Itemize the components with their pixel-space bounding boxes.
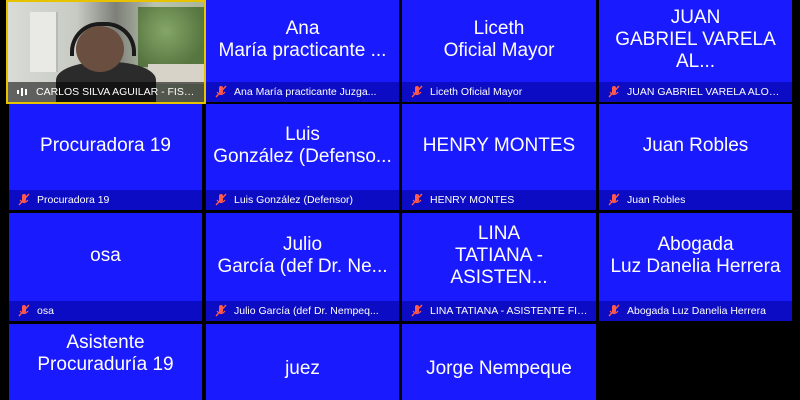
muted-mic-icon bbox=[18, 193, 30, 206]
participant-label-bar: HENRY MONTES bbox=[402, 190, 596, 210]
self-video-tile[interactable]: CARLOS SILVA AGUILAR - FISC... bbox=[6, 0, 206, 104]
participant-tile[interactable]: JUAN GABRIEL VARELA AL... JUAN GABRIEL V… bbox=[599, 0, 792, 102]
participant-label-bar: Ana María practicante Juzga... bbox=[206, 82, 399, 102]
participant-label-bar: Juan Robles bbox=[599, 190, 792, 210]
muted-mic-icon bbox=[411, 304, 423, 317]
participant-label-bar: Procuradora 19 bbox=[9, 190, 202, 210]
participant-name-label: JUAN GABRIEL VARELA ALONS... bbox=[627, 86, 792, 98]
muted-mic-icon bbox=[215, 193, 227, 206]
participant-tile[interactable]: Julio García (def Dr. Ne... Julio García… bbox=[206, 213, 399, 321]
participant-label-bar: Abogada Luz Danelia Herrera bbox=[599, 301, 792, 321]
participant-name-label: Luis González (Defensor) bbox=[234, 194, 354, 206]
muted-mic-icon bbox=[215, 304, 227, 317]
participant-tile[interactable]: juez bbox=[206, 324, 399, 400]
participant-display-name: JUAN GABRIEL VARELA AL... bbox=[615, 7, 776, 72]
participant-name-label: LINA TATIANA - ASISTENTE FIS... bbox=[430, 305, 593, 317]
participant-display-name: Juan Robles bbox=[642, 135, 749, 156]
muted-mic-icon bbox=[608, 85, 620, 98]
participant-tile[interactable]: Abogada Luz Danelia Herrera Abogada Luz … bbox=[599, 213, 792, 321]
participant-name-label: Ana María practicante Juzga... bbox=[234, 86, 377, 98]
muted-mic-icon bbox=[18, 304, 30, 317]
participant-name-label: Julio García (def Dr. Nempeq... bbox=[234, 305, 379, 317]
participant-display-name: LINA TATIANA - ASISTEN... bbox=[450, 223, 548, 288]
participant-grid: CARLOS SILVA AGUILAR - FISC... Ana María… bbox=[0, 0, 800, 400]
participant-display-name: osa bbox=[90, 245, 121, 266]
participant-label-bar: JUAN GABRIEL VARELA ALONS... bbox=[599, 82, 792, 102]
participant-display-name: Procuradora 19 bbox=[40, 135, 171, 156]
participant-label-bar: osa bbox=[9, 301, 202, 321]
participant-display-name: Ana María practicante ... bbox=[218, 18, 387, 61]
self-name-label: CARLOS SILVA AGUILAR - FISC... bbox=[36, 86, 201, 98]
participant-name-label: Juan Robles bbox=[627, 194, 686, 206]
participant-display-name: juez bbox=[285, 358, 320, 379]
participant-display-name: Asistente Procuraduría 19 bbox=[37, 332, 174, 375]
participant-display-name: Jorge Nempeque bbox=[426, 358, 572, 379]
participant-name-label: Procuradora 19 bbox=[37, 194, 110, 206]
participant-tile[interactable]: HENRY MONTES HENRY MONTES bbox=[402, 104, 596, 210]
participant-tile[interactable]: Ana María practicante ... Ana María prac… bbox=[206, 0, 399, 102]
muted-mic-icon bbox=[411, 193, 423, 206]
participant-tile[interactable]: Juan Robles Juan Robles bbox=[599, 104, 792, 210]
participant-name-label: Abogada Luz Danelia Herrera bbox=[627, 305, 766, 317]
participant-tile[interactable]: Asistente Procuraduría 19 bbox=[9, 324, 202, 400]
participant-tile[interactable]: LINA TATIANA - ASISTEN... LINA TATIANA -… bbox=[402, 213, 596, 321]
participant-tile[interactable]: Liceth Oficial Mayor Liceth Oficial Mayo… bbox=[402, 0, 596, 102]
participant-tile[interactable]: Procuradora 19 Procuradora 19 bbox=[9, 104, 202, 210]
audio-level-icon bbox=[17, 88, 27, 96]
participant-name-label: Liceth Oficial Mayor bbox=[430, 86, 523, 98]
participant-tile[interactable]: Jorge Nempeque bbox=[402, 324, 596, 400]
muted-mic-icon bbox=[608, 193, 620, 206]
participant-label-bar: Liceth Oficial Mayor bbox=[402, 82, 596, 102]
participant-display-name: Abogada Luz Danelia Herrera bbox=[610, 234, 781, 277]
muted-mic-icon bbox=[608, 304, 620, 317]
muted-mic-icon bbox=[411, 85, 423, 98]
participant-label-bar: LINA TATIANA - ASISTENTE FIS... bbox=[402, 301, 596, 321]
participant-name-label: HENRY MONTES bbox=[430, 194, 515, 206]
participant-display-name: Luis González (Defenso... bbox=[213, 124, 392, 167]
participant-name-label: osa bbox=[37, 305, 54, 317]
participant-display-name: Liceth Oficial Mayor bbox=[443, 18, 555, 61]
self-label-bar: CARLOS SILVA AGUILAR - FISC... bbox=[8, 82, 204, 102]
participant-display-name: HENRY MONTES bbox=[422, 135, 576, 156]
participant-tile[interactable]: Luis González (Defenso... Luis González … bbox=[206, 104, 399, 210]
participant-label-bar: Julio García (def Dr. Nempeq... bbox=[206, 301, 399, 321]
participant-display-name: Julio García (def Dr. Ne... bbox=[217, 234, 388, 277]
participant-label-bar: Luis González (Defensor) bbox=[206, 190, 399, 210]
participant-tile[interactable]: osa osa bbox=[9, 213, 202, 321]
muted-mic-icon bbox=[215, 85, 227, 98]
